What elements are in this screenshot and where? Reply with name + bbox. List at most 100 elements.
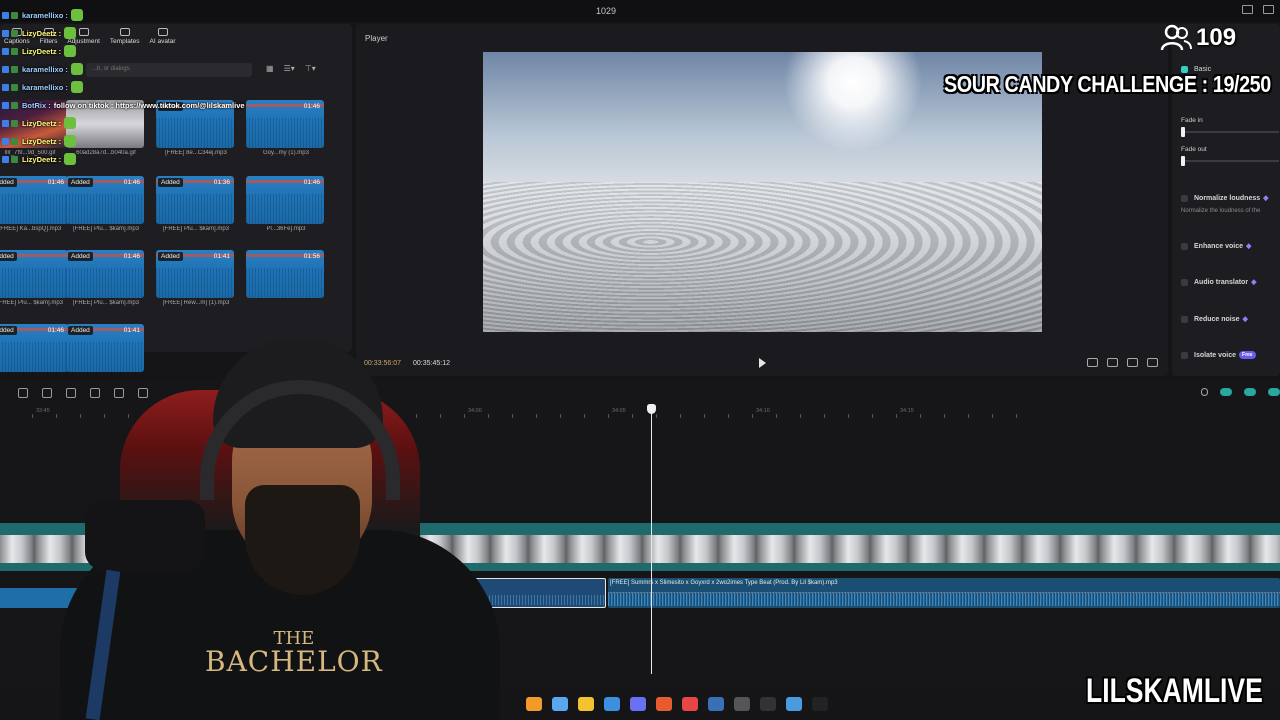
media-filename: [FREE] Plu... $kam].mp3 [162,226,230,232]
play-icon[interactable] [759,358,766,368]
badge-icon [11,47,18,55]
emote-icon [64,153,77,165]
templates-tab[interactable]: Templates [110,28,140,50]
discord-icon[interactable] [630,697,646,711]
chat-message: LizyDeetz : [2,44,77,58]
media-tile[interactable]: Added 01:41 [FREE] Rew...m] (1).mp3 [156,250,236,314]
chat-username: LizyDeetz : [22,154,62,164]
media-tile[interactable]: Added 01:46 [FREE] Plu... $kam].mp3 [66,250,146,314]
ruler-mark [800,414,801,418]
playhead[interactable] [647,404,656,674]
audio-clip-main[interactable]: [FREE] Summrs x Slimesito x Goyxrd x 2wo… [608,578,1280,608]
app-icon[interactable] [734,697,750,711]
ruler-mark [608,414,609,418]
badge-icon [11,101,18,109]
media-duration: 01:41 [213,253,230,260]
isolate-voice-row[interactable]: Isolate voice Free [1181,351,1256,359]
media-tile[interactable]: Added 01:46 [FREE] Plu... $kam].mp3 [66,176,146,240]
normalize-loudness-row[interactable]: Normalize loudness ◆ [1181,194,1269,202]
ruler-mark [656,414,657,418]
media-filename: [FREE] 8e...C34ej.mp3 [165,150,227,156]
isolate-checkbox[interactable] [1181,351,1188,359]
added-badge: Added [0,178,17,187]
ruler-mark [944,414,945,418]
badge-icon [2,83,9,91]
badge-icon [11,155,18,163]
ruler-mark [752,414,753,418]
chat-message: BotRix : follow on tiktok : https://www.t… [2,98,245,112]
waveform [156,268,234,298]
badge-icon [2,47,9,55]
media-filename: [FREE] Plu... $kam].mp3 [0,300,64,306]
capcut-icon[interactable] [812,697,828,711]
chat-username: LizyDeetz : [22,28,62,38]
normalize-checkbox[interactable] [1181,194,1188,202]
enhance-checkbox[interactable] [1181,242,1188,250]
chat-username: LizyDeetz : [22,118,62,128]
ai-avatar-tab[interactable]: AI avatar [150,28,176,50]
snap-toggle-icon[interactable] [1244,388,1256,396]
preview-toggle-icon[interactable] [1268,388,1280,396]
waveform [66,268,144,298]
fullscreen-icon[interactable] [1147,358,1158,367]
ruler-mark [968,414,969,418]
reduce-checkbox[interactable] [1181,315,1188,323]
fade-in-knob[interactable] [1181,127,1185,137]
ratio-icon[interactable] [1087,358,1098,367]
media-search-input[interactable]: ...h, or dialogs [86,63,252,77]
normalize-description: Normalize the loudness of the [1181,208,1261,214]
media-filename: [FREE] Rew...m] (1).mp3 [162,300,230,306]
brave-icon[interactable] [656,697,672,711]
media-tile[interactable]: 01:46 Pl...36Fe].mp3 [246,176,326,240]
waveform [0,268,68,298]
emote-icon [64,45,77,57]
reduce-noise-row[interactable]: Reduce noise ◆ [1181,315,1248,323]
added-badge: Added [0,252,17,261]
zoom-icon[interactable] [1107,358,1118,367]
ruler-mark [584,414,585,418]
media-filename: 60ad28a7d...b040a.gif [76,150,136,156]
screen-icon[interactable] [1127,358,1138,367]
menu-icon[interactable] [1263,5,1274,14]
waveform [246,118,324,148]
badge-icon [11,29,18,37]
viewer-count: 109 [1160,24,1236,52]
ai-avatar-label: AI avatar [149,38,176,45]
free-badge: Free [1239,351,1256,359]
link-toggle-icon[interactable] [1220,388,1232,396]
media-tile[interactable]: 01:56 [246,250,326,314]
notepad-icon[interactable] [786,697,802,711]
badge-icon [11,65,18,73]
chat-message: LizyDeetz : [2,26,77,40]
sort-icon[interactable]: ☰▾ [284,64,295,73]
media-tile[interactable]: Added [FREE] Plu... $kam].mp3 [0,250,70,314]
chat-message: karamellixo : [2,80,83,94]
waveform [156,194,234,224]
folder-icon[interactable] [578,697,594,711]
waveform [246,194,324,224]
grid-view-icon[interactable]: ▦ [266,64,274,73]
store-icon[interactable] [604,697,620,711]
translator-checkbox[interactable] [1181,278,1188,286]
layout-icon[interactable] [1242,5,1253,14]
fade-out-slider[interactable] [1181,156,1279,166]
emote-icon [64,117,77,129]
media-tile[interactable]: 01:46 Goy...my (1).mp3 [246,100,326,164]
premium-icon: ◆ [1263,195,1269,202]
enhance-voice-row[interactable]: Enhance voice ◆ [1181,242,1251,250]
ruler-tick-label: 34:10 [756,408,770,414]
fade-in-slider[interactable] [1181,127,1279,137]
added-badge: Added [68,252,93,261]
fade-out-knob[interactable] [1181,156,1185,166]
steam-icon[interactable] [708,697,724,711]
fl-studio-icon[interactable] [526,697,542,711]
audio-translator-row[interactable]: Audio translator ◆ [1181,278,1256,286]
media-tile[interactable]: Added 01:46 [FREE] Ka...bspQ].mp3 [0,176,70,240]
microphone-icon[interactable] [1201,388,1208,396]
waveform [0,194,68,224]
4k-icon[interactable] [760,697,776,711]
filter-icon[interactable]: ⊤▾ [305,64,316,73]
media-tile[interactable]: Added 01:36 [FREE] Plu... $kam].mp3 [156,176,236,240]
copilot-icon[interactable] [552,697,568,711]
chrome-icon[interactable] [682,697,698,711]
